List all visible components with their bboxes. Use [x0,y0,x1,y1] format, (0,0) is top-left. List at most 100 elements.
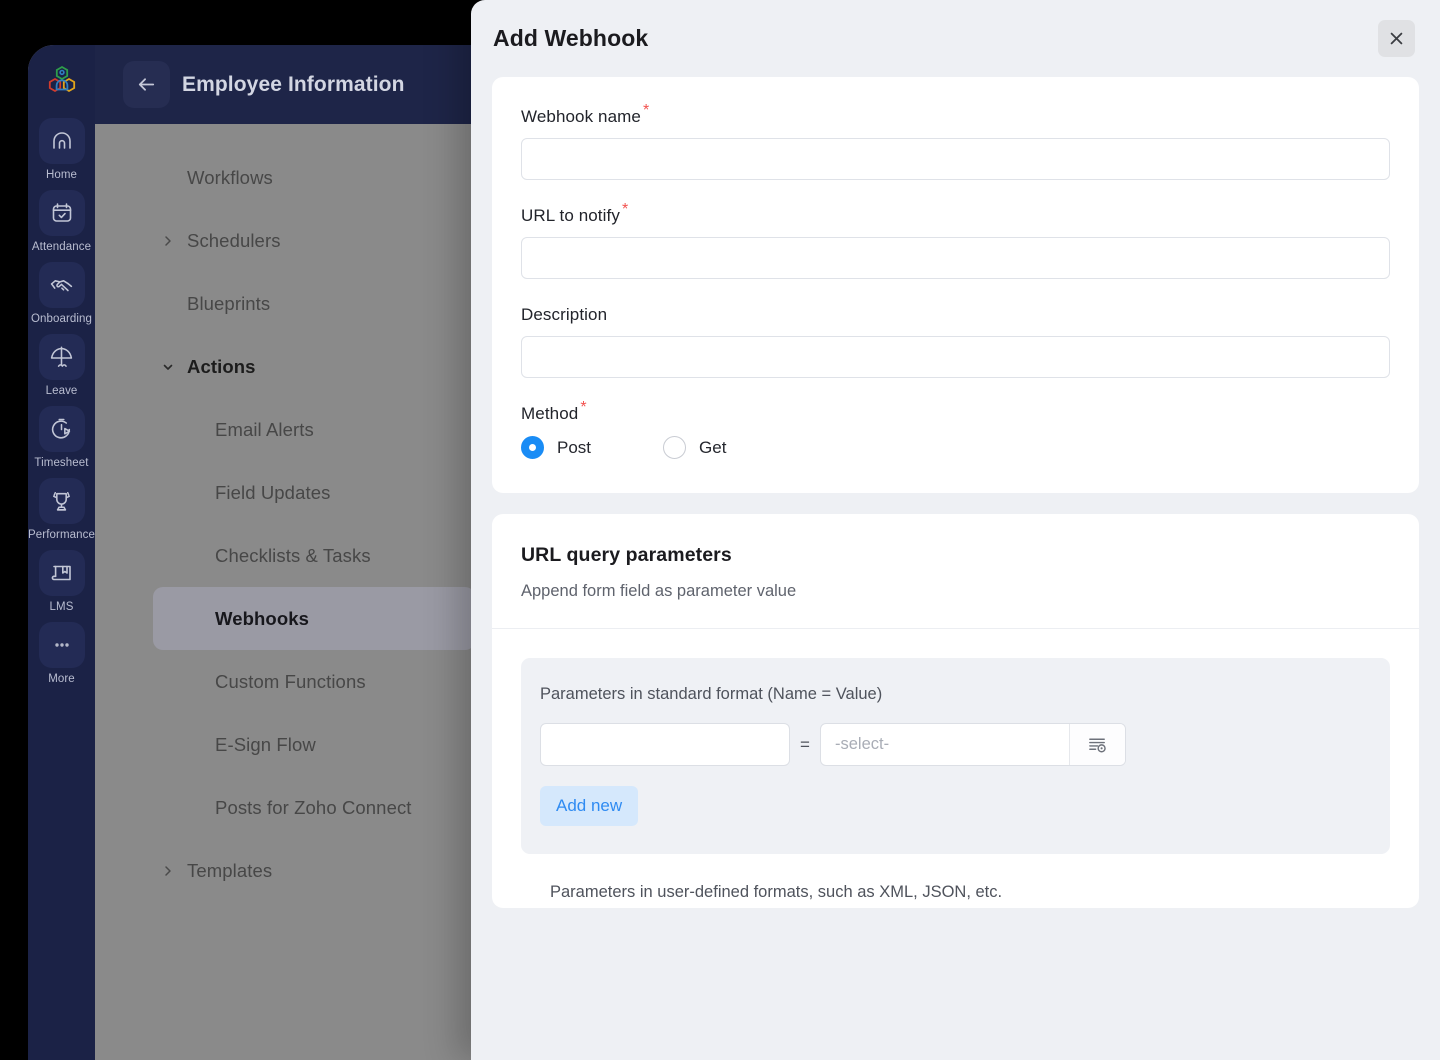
webhook-form-card: Webhook name * URL to notify * Description [492,77,1419,493]
webhook-name-label: Webhook name * [521,103,1390,127]
nav-item-label: Posts for Zoho Connect [215,796,412,818]
nav-item-label: Checklists & Tasks [215,544,371,566]
sidebar-item-label: Onboarding [30,313,93,325]
handshake-icon [38,262,85,308]
screen: Home Attendance Onboarding Leave Timeshe… [0,0,1440,1060]
sidebar-item-label: Attendance [31,241,92,253]
nav-item-schedulers[interactable]: Schedulers [95,209,475,272]
required-asterisk: * [642,102,650,120]
sidebar-item-label: Performance [28,529,95,541]
beach-umbrella-icon [38,334,85,380]
nav-item-label: Webhooks [215,607,309,629]
nav-list: Workflows Schedulers Blueprints Actions [95,124,475,902]
nav-item-blueprints[interactable]: Blueprints [95,272,475,335]
user-defined-formats-text: Parameters in user-defined formats, such… [550,883,1003,901]
parameter-value-select[interactable] [821,724,1069,765]
nav-item-posts-for-zoho-connect[interactable]: Posts for Zoho Connect [95,776,475,839]
required-asterisk: * [580,399,587,417]
method-radio-post[interactable]: Post [521,436,591,459]
sidebar-item-label: Timesheet [34,457,89,469]
nav-item-custom-functions[interactable]: Custom Functions [95,650,475,713]
method-radio-get[interactable]: Get [663,436,726,459]
nav-item-label: Field Updates [215,481,331,503]
app-sidebar-rail: Home Attendance Onboarding Leave Timeshe… [28,45,95,1060]
nav-header: Employee Information [95,45,475,124]
method-option-label: Post [557,437,592,457]
nav-item-templates[interactable]: Templates [95,839,475,902]
sidebar-item-lms[interactable]: LMS [34,550,90,613]
nav-item-webhooks[interactable]: Webhooks [153,587,475,650]
chevron-down-icon [161,360,175,374]
sidebar-item-performance[interactable]: Performance [28,478,95,541]
label-text: URL to notify [521,206,620,225]
parameter-value-group [820,723,1126,766]
query-params-header: URL query parameters Append form field a… [492,514,1419,628]
sidebar-item-leave[interactable]: Leave [34,334,90,397]
field-description: Description [521,305,1390,378]
add-new-button[interactable]: Add new [540,786,639,826]
nav-item-label: Workflows [187,166,273,188]
url-query-parameters-card: URL query parameters Append form field a… [492,514,1419,908]
sidebar-item-label: Leave [45,385,78,397]
sidebar-item-attendance[interactable]: Attendance [31,190,92,253]
equals-sign: = [800,734,810,754]
webhook-name-input[interactable] [521,138,1390,180]
nav-item-label: Templates [187,859,273,881]
dialog-body: Webhook name * URL to notify * Description [471,77,1440,908]
label-text: Webhook name [521,107,641,126]
arrow-left-icon[interactable] [123,61,170,108]
nav-item-email-alerts[interactable]: Email Alerts [95,398,475,461]
url-to-notify-label: URL to notify * [521,202,1390,226]
zoho-people-hexagon-logo-icon[interactable] [40,62,84,106]
nav-item-label: Email Alerts [215,418,314,440]
field-list-picker-icon[interactable] [1069,724,1125,765]
chevron-right-icon [161,234,175,248]
radio-unselected-icon [663,436,687,459]
dialog-title: Add Webhook [493,25,649,51]
nav-item-field-updates[interactable]: Field Updates [95,461,475,524]
nav-item-e-sign-flow[interactable]: E-Sign Flow [95,713,475,776]
sidebar-item-label: More [48,673,75,685]
close-icon[interactable] [1378,20,1415,57]
nav-item-label: Schedulers [187,229,281,251]
nav-section-actions[interactable]: Actions [95,335,475,398]
book-bookmark-icon [38,550,85,596]
calendar-check-icon [38,190,85,236]
sidebar-item-onboarding[interactable]: Onboarding [30,262,93,325]
chevron-right-icon [161,864,175,878]
query-params-subtitle: Append form field as parameter value [521,582,797,600]
field-webhook-name: Webhook name * [521,103,1390,180]
home-icon [38,118,85,164]
nav-item-checklists-tasks[interactable]: Checklists & Tasks [95,524,475,587]
description-label: Description [521,305,1390,325]
nav-section-label: Actions [187,355,256,377]
query-params-title: URL query parameters [521,544,732,566]
radio-selected-icon [521,436,544,459]
sidebar-item-more[interactable]: More [34,622,90,685]
standard-format-title: Parameters in standard format (Name = Va… [540,685,883,703]
parameter-name-input[interactable] [540,723,790,766]
description-input[interactable] [521,336,1390,378]
ellipsis-icon [38,622,85,668]
url-to-notify-input[interactable] [521,237,1390,279]
nav-item-label: E-Sign Flow [215,733,316,755]
query-params-body: Parameters in standard format (Name = Va… [492,629,1419,902]
method-option-label: Get [699,437,727,457]
stopwatch-play-icon [38,406,85,452]
sidebar-item-home[interactable]: Home [34,118,90,181]
method-label: Method * [521,400,1390,424]
trophy-icon [38,478,85,524]
sidebar-item-label: LMS [49,601,74,613]
secondary-nav-panel: Employee Information Workflows Scheduler… [95,45,475,1060]
nav-item-label: Blueprints [187,292,271,314]
method-radio-group: Post Get [521,436,1390,459]
required-asterisk: * [621,201,629,219]
nav-item-workflows[interactable]: Workflows [95,146,475,209]
dialog-header: Add Webhook [471,0,1440,77]
label-text: Description [521,305,608,324]
page-title: Employee Information [182,72,405,96]
nav-item-label: Custom Functions [215,670,366,692]
sidebar-item-timesheet[interactable]: Timesheet [34,406,90,469]
parameter-row: = [540,723,1369,766]
field-url-to-notify: URL to notify * [521,202,1390,279]
